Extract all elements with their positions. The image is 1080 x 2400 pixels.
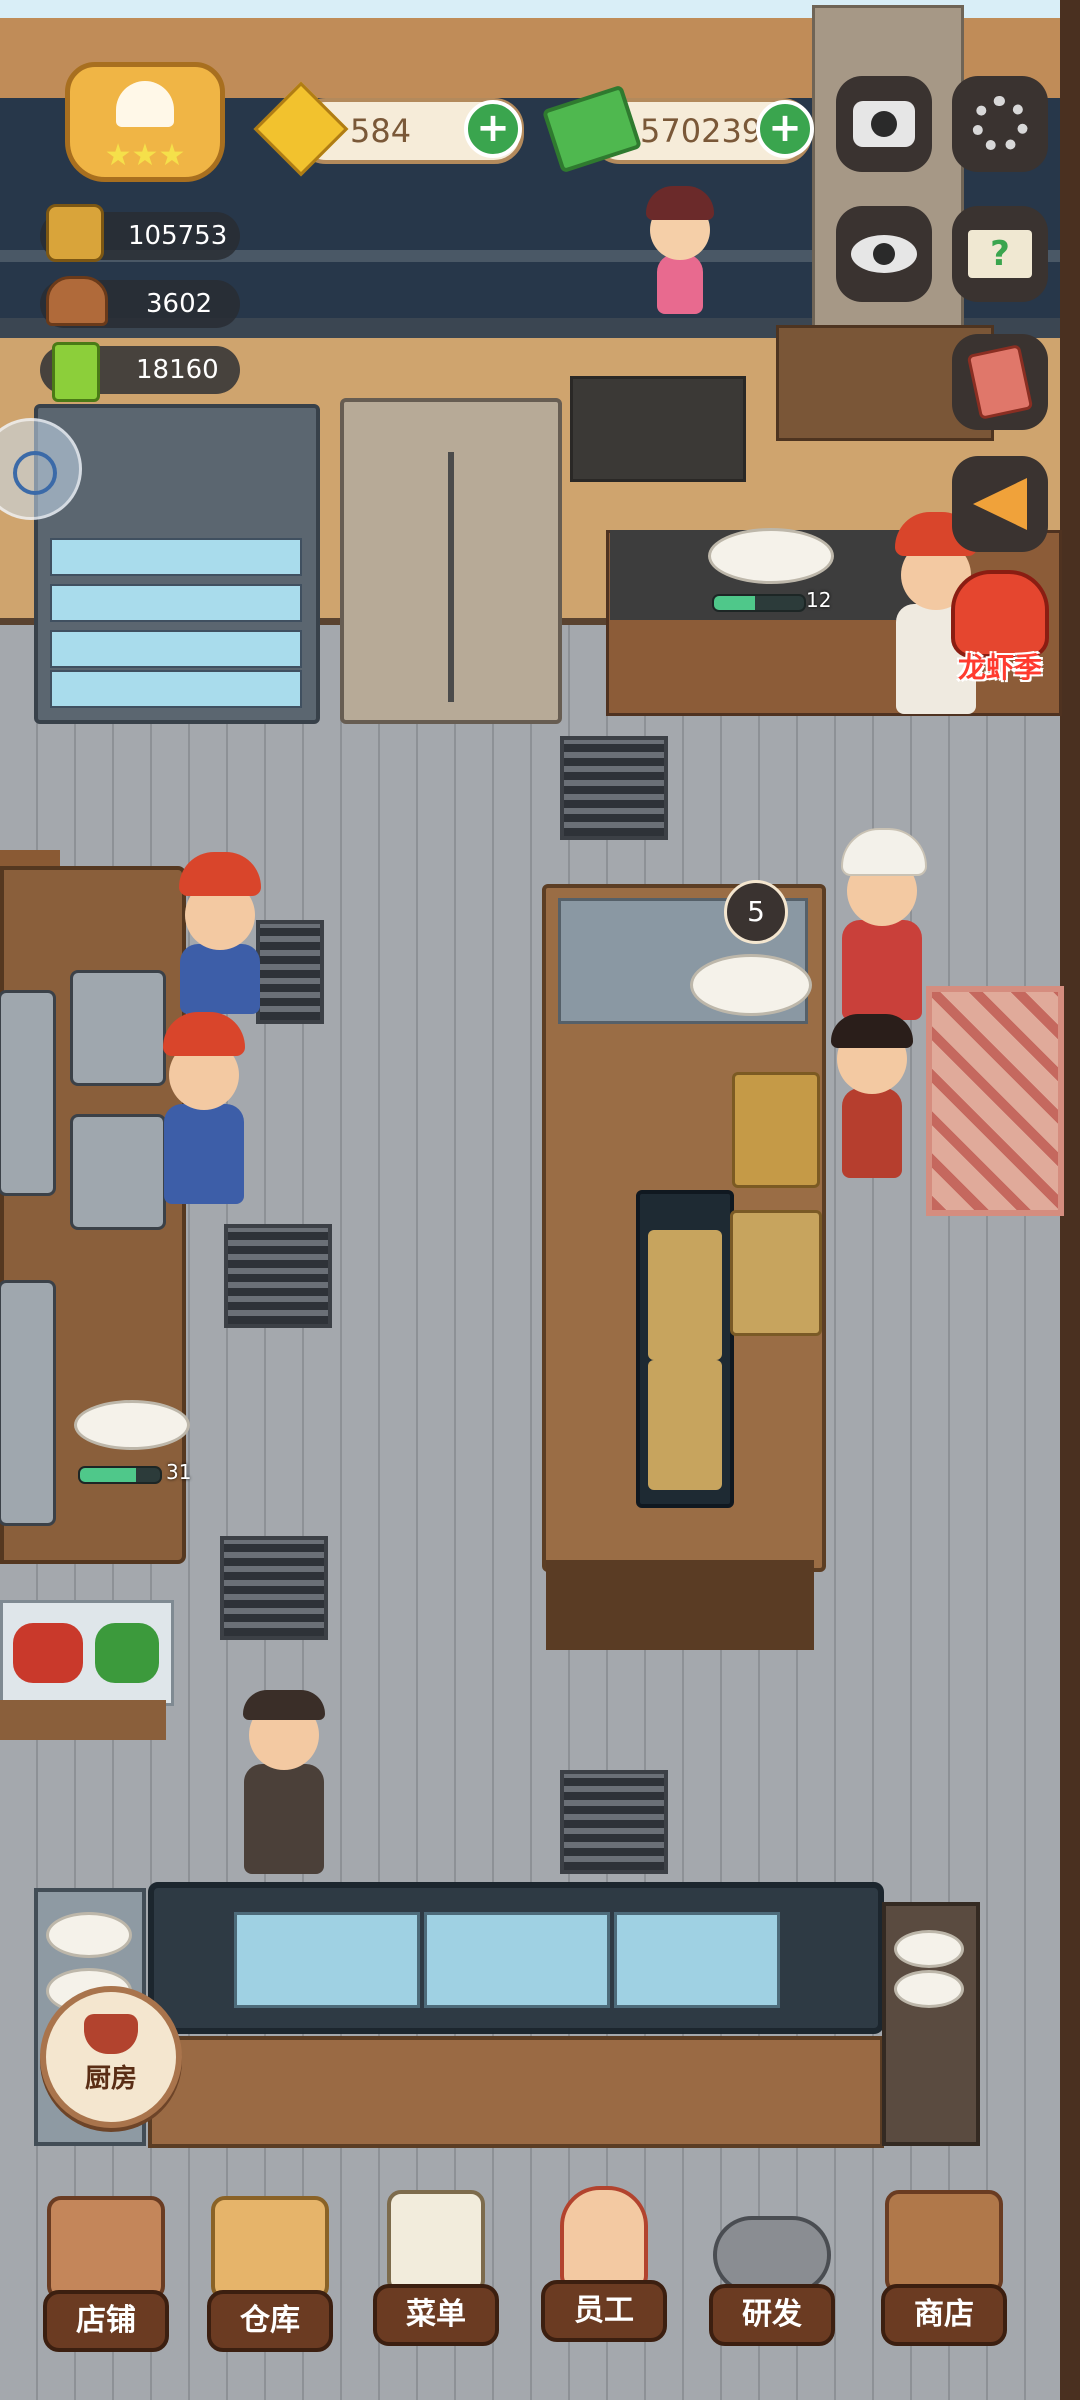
gold-pot-icon bbox=[46, 204, 104, 262]
fish-board bbox=[0, 990, 56, 1196]
entrance-rug bbox=[926, 986, 1064, 1216]
nav-menu[interactable]: 菜单 bbox=[366, 2190, 506, 2360]
floor-vent bbox=[224, 1224, 332, 1328]
event-badge-label: 龙虾季 bbox=[957, 651, 1042, 684]
gear-icon bbox=[972, 96, 1028, 152]
prep-counter[interactable] bbox=[0, 866, 186, 1564]
floor-vent bbox=[560, 1770, 668, 1874]
prep-progress-bar bbox=[78, 1466, 162, 1484]
help-book-icon: ? bbox=[968, 230, 1032, 278]
nav-research-label: 研发 bbox=[709, 2284, 835, 2346]
cutting-board bbox=[70, 1114, 166, 1230]
lobster-icon bbox=[951, 570, 1049, 658]
recipe-book-icon bbox=[52, 342, 100, 402]
nav-menu-label: 菜单 bbox=[373, 2284, 499, 2346]
stat-dishes-value: 3602 bbox=[146, 289, 213, 319]
chef-hat-crest-icon: ★★★ bbox=[65, 62, 225, 182]
island-tray bbox=[732, 1072, 820, 1188]
double-door-fridge[interactable] bbox=[340, 398, 562, 724]
compass-icon bbox=[13, 451, 57, 495]
eye-icon bbox=[851, 235, 917, 273]
floor-vent bbox=[220, 1536, 328, 1640]
cutting-board bbox=[70, 970, 166, 1086]
staff-chef-icon bbox=[560, 2186, 648, 2290]
settings-button[interactable] bbox=[952, 76, 1048, 172]
vegetable-tray[interactable] bbox=[0, 1600, 174, 1706]
sink-cabinet bbox=[148, 2036, 884, 2148]
nav-shop[interactable]: 店铺 bbox=[36, 2196, 176, 2366]
plate-board bbox=[0, 1280, 56, 1526]
lobster-chef-prep[interactable] bbox=[163, 1012, 245, 1204]
megaphone-icon bbox=[973, 478, 1027, 530]
head-chef[interactable] bbox=[841, 828, 927, 1020]
kitchen-button-label: 厨房 bbox=[84, 2064, 137, 2094]
store-stall-icon bbox=[885, 2190, 1003, 2294]
restaurant-rank-badge[interactable]: ★★★ bbox=[50, 62, 240, 192]
help-button[interactable]: ? bbox=[952, 206, 1048, 302]
kitchen-button[interactable]: 厨房 bbox=[40, 1986, 182, 2128]
camera-button[interactable] bbox=[836, 76, 932, 172]
hotpot-dish[interactable] bbox=[690, 954, 812, 1016]
island-timer: 5 bbox=[724, 880, 788, 944]
stat-gold-value: 105753 bbox=[128, 221, 228, 251]
upper-cabinet bbox=[570, 376, 746, 482]
nav-warehouse-label: 仓库 bbox=[207, 2290, 333, 2352]
side-plate-rack[interactable] bbox=[882, 1902, 980, 2146]
waitress[interactable] bbox=[831, 1014, 913, 1178]
rank-stars-icon: ★★★ bbox=[104, 138, 186, 173]
add-gems-button[interactable]: + bbox=[464, 100, 522, 158]
old-chef[interactable] bbox=[243, 1690, 325, 1874]
ingredient-cart[interactable] bbox=[636, 1190, 734, 1508]
nav-store[interactable]: 商店 bbox=[874, 2190, 1014, 2360]
lobster-chef-prep[interactable] bbox=[179, 852, 261, 1014]
prep-progress-fill bbox=[80, 1468, 136, 1482]
nav-shop-label: 店铺 bbox=[43, 2290, 169, 2352]
nav-staff[interactable]: 员工 bbox=[534, 2186, 674, 2356]
warehouse-boxes-icon bbox=[211, 2196, 329, 2300]
lobster-season-event-badge[interactable]: 龙虾季 bbox=[940, 570, 1060, 700]
floor-vent bbox=[256, 920, 324, 1024]
stove-progress-fill bbox=[714, 596, 755, 610]
recipe-book-button[interactable] bbox=[952, 334, 1048, 430]
floor-vent bbox=[560, 736, 668, 840]
stove-dish[interactable] bbox=[708, 528, 834, 584]
red-book-icon bbox=[966, 344, 1034, 420]
nav-store-label: 商店 bbox=[881, 2284, 1007, 2346]
dish-sink[interactable] bbox=[148, 1882, 884, 2034]
announcement-button[interactable] bbox=[952, 456, 1048, 552]
visibility-button[interactable] bbox=[836, 206, 932, 302]
camera-icon bbox=[853, 101, 915, 147]
shop-building-icon bbox=[47, 2196, 165, 2300]
stove-progress-bar bbox=[712, 594, 806, 612]
island-base bbox=[546, 1560, 814, 1650]
research-wok-icon bbox=[713, 2216, 831, 2294]
ingredient-tray[interactable] bbox=[730, 1210, 822, 1336]
menu-clipboard-icon bbox=[387, 2190, 485, 2294]
stat-recipes-value: 18160 bbox=[136, 355, 219, 385]
prep-progress-count: 31 bbox=[166, 1460, 192, 1484]
cooking-pot-icon bbox=[84, 2014, 138, 2054]
add-cash-button[interactable]: + bbox=[756, 100, 814, 158]
tray-stand bbox=[0, 1700, 166, 1740]
cloche-icon bbox=[46, 276, 108, 326]
prep-dish[interactable] bbox=[74, 1400, 190, 1450]
stove-progress-count: 12 bbox=[806, 588, 832, 612]
gems-value: 584 bbox=[350, 112, 412, 150]
nav-staff-label: 员工 bbox=[541, 2280, 667, 2342]
tomato-bin bbox=[13, 1623, 83, 1683]
cash-value: 570239 bbox=[640, 112, 763, 150]
nav-research[interactable]: 研发 bbox=[702, 2196, 842, 2366]
customer-cat-ears[interactable] bbox=[640, 186, 720, 314]
greens-bin bbox=[95, 1623, 159, 1683]
nav-warehouse[interactable]: 仓库 bbox=[200, 2196, 340, 2366]
